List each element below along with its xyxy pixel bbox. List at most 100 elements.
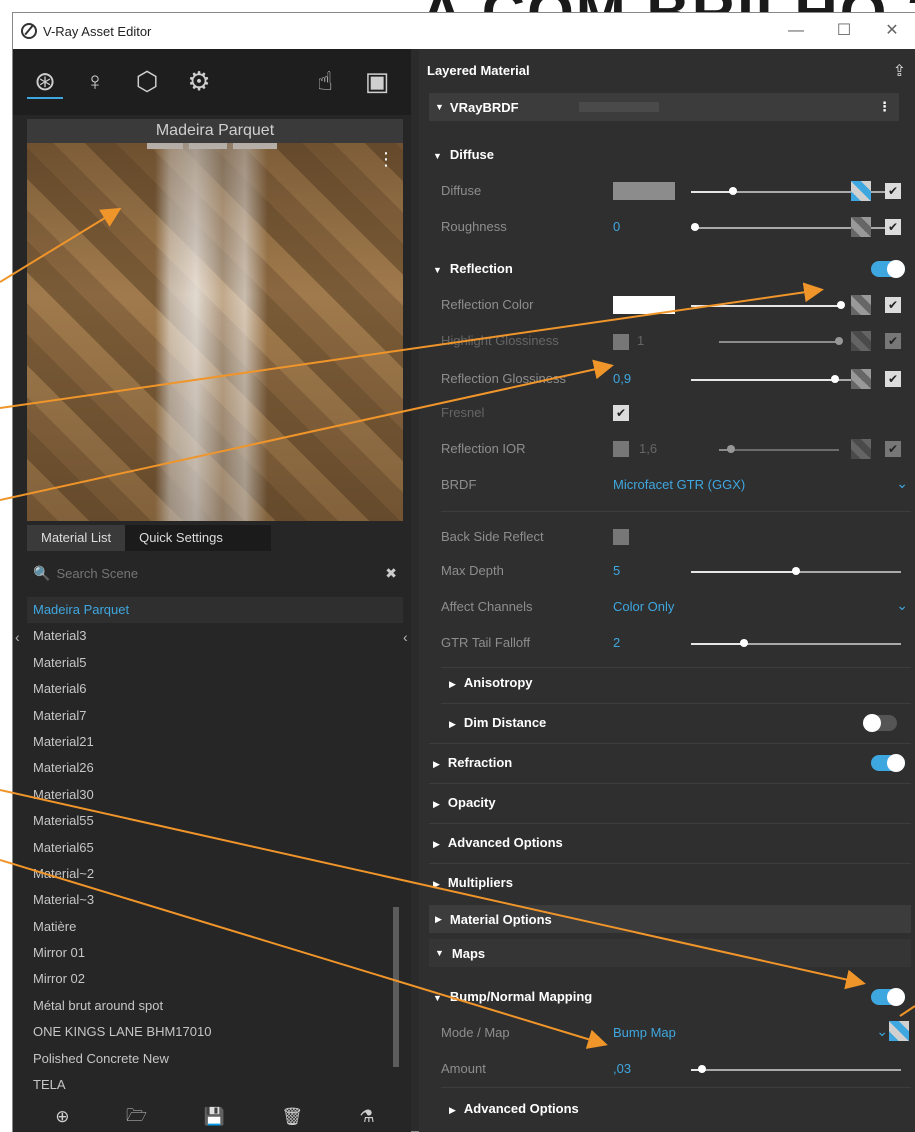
list-item[interactable]: Material~3	[27, 887, 403, 913]
roughness-value[interactable]: 0	[613, 219, 620, 234]
slider-knob[interactable]	[837, 301, 845, 309]
slider-knob[interactable]	[792, 567, 800, 575]
list-item[interactable]: Material21	[27, 729, 403, 755]
save-icon[interactable]: 💾	[204, 1107, 225, 1127]
list-item[interactable]: Métal brut around spot	[27, 993, 403, 1019]
ior-lock-checkbox[interactable]	[613, 441, 629, 457]
back-side-reflect-checkbox[interactable]	[613, 529, 629, 545]
layer-menu-icon[interactable]: ⋮	[878, 99, 891, 115]
list-scrollbar[interactable]	[393, 907, 399, 1067]
brdf-select[interactable]: Microfacet GTR (GGX)	[613, 477, 745, 492]
list-item[interactable]: Material65	[27, 835, 403, 861]
reflection-glossiness-map-icon[interactable]	[851, 369, 871, 389]
brdf-layer-header[interactable]: ▼ VRayBRDF ⋮	[429, 93, 899, 121]
dim-distance-section[interactable]: ▶ Dim Distance	[449, 715, 546, 730]
gtr-tail-falloff-slider[interactable]	[691, 639, 901, 647]
gtr-tail-falloff-value[interactable]: 2	[613, 635, 620, 650]
slider-knob[interactable]	[739, 639, 748, 647]
amount-slider[interactable]	[691, 1065, 901, 1073]
reflection-color-swatch[interactable]	[613, 296, 675, 314]
delete-icon[interactable]: 🗑	[281, 1107, 303, 1127]
slider-knob[interactable]	[831, 375, 839, 383]
list-item[interactable]: Polished Concrete New	[27, 1046, 403, 1072]
amount-value[interactable]: ,03	[613, 1061, 631, 1076]
max-depth-value[interactable]: 5	[613, 563, 620, 578]
reflection-checkbox[interactable]: ✔	[885, 297, 901, 313]
affect-channels-select[interactable]: Color Only	[613, 599, 674, 614]
maps-header[interactable]: ▼ Maps	[429, 939, 911, 967]
opacity-section[interactable]: ▶ Opacity	[433, 795, 496, 810]
highlight-map-icon[interactable]	[851, 331, 871, 351]
list-item[interactable]: TELA	[27, 1072, 403, 1098]
ior-checkbox[interactable]: ✔	[885, 441, 901, 457]
anisotropy-section[interactable]: ▶ Anisotropy	[449, 675, 533, 690]
collapse-panel-icon[interactable]: ‹	[403, 629, 408, 645]
reflection-glossiness-value[interactable]: 0,9	[613, 371, 631, 386]
diffuse-section[interactable]: ▼ Diffuse	[433, 147, 494, 162]
reflection-map-icon[interactable]	[851, 295, 871, 315]
collapse-left-icon[interactable]: ‹	[15, 629, 20, 645]
slider-knob[interactable]	[727, 445, 735, 453]
fresnel-checkbox[interactable]: ✔	[613, 405, 629, 421]
list-item[interactable]: Madeira Parquet	[27, 597, 403, 624]
diffuse-color-swatch[interactable]	[613, 182, 675, 200]
tab-material-list[interactable]: Material List	[27, 525, 126, 551]
reflection-glossiness-slider[interactable]	[691, 375, 851, 383]
multipliers-section[interactable]: ▶ Multipliers	[433, 875, 513, 890]
slider-knob[interactable]	[729, 187, 737, 195]
highlight-lock-checkbox[interactable]	[613, 334, 629, 350]
refraction-section[interactable]: ▶ Refraction	[433, 755, 512, 770]
list-item[interactable]: Material26	[27, 755, 403, 781]
list-item[interactable]: Material3	[27, 623, 403, 649]
list-item[interactable]: Material~2	[27, 861, 403, 887]
materials-tab-icon[interactable]: ⊛	[27, 63, 63, 99]
list-item[interactable]: Material55	[27, 808, 403, 834]
dim-distance-toggle[interactable]	[863, 714, 897, 732]
diffuse-enable-checkbox[interactable]: ✔	[885, 183, 901, 199]
slider-knob[interactable]	[835, 337, 843, 345]
chevron-down-icon[interactable]: ⌄	[896, 475, 908, 492]
highlight-checkbox[interactable]: ✔	[885, 333, 901, 349]
list-item[interactable]: Mirror 01	[27, 940, 403, 966]
bump-map-icon[interactable]	[889, 1021, 909, 1041]
diffuse-map-icon[interactable]	[851, 181, 871, 201]
close-button[interactable]: ✕	[869, 13, 915, 49]
highlight-glossiness-value[interactable]: 1	[637, 333, 644, 348]
chevron-down-icon[interactable]: ⌄	[896, 597, 908, 614]
lights-tab-icon[interactable]: ♀	[77, 63, 113, 99]
material-options-header[interactable]: ▶ Material Options	[429, 905, 911, 933]
reflection-toggle[interactable]	[871, 260, 905, 278]
advanced-options-section[interactable]: ▶ Advanced Options	[433, 835, 563, 850]
minimize-button[interactable]: —	[773, 13, 819, 49]
maximize-button[interactable]: ☐	[821, 13, 867, 49]
list-item[interactable]: ONE KINGS LANE BHM17010	[27, 1019, 403, 1045]
interactive-render-icon[interactable]: ☝	[307, 63, 343, 99]
export-icon[interactable]: ⇪	[893, 61, 906, 81]
refraction-toggle[interactable]	[871, 754, 905, 772]
list-item[interactable]: Matière	[27, 914, 403, 940]
bump-mapping-toggle[interactable]	[871, 988, 905, 1006]
slider-knob[interactable]	[691, 223, 699, 231]
chevron-down-icon[interactable]: ⌄	[876, 1023, 888, 1040]
geometry-tab-icon[interactable]: ⬡	[129, 63, 165, 99]
slider-knob[interactable]	[697, 1065, 706, 1073]
bump-normal-mapping-section[interactable]: ▼ Bump/Normal Mapping	[433, 989, 592, 1004]
purge-icon[interactable]: ⚗	[359, 1107, 374, 1127]
list-item[interactable]: Material30	[27, 782, 403, 808]
roughness-checkbox[interactable]: ✔	[885, 219, 901, 235]
highlight-glossiness-slider[interactable]	[719, 337, 843, 345]
preview-menu-icon[interactable]: ⋮	[377, 149, 395, 170]
settings-tab-icon[interactable]: ⚙	[181, 63, 217, 99]
layer-name-field[interactable]	[578, 102, 659, 112]
list-item[interactable]: Material6	[27, 676, 403, 702]
add-material-icon[interactable]: ⊕	[55, 1107, 69, 1127]
list-item[interactable]: Mirror 02	[27, 966, 403, 992]
roughness-map-icon[interactable]	[851, 217, 871, 237]
reflection-color-slider[interactable]	[691, 301, 845, 309]
reflection-section[interactable]: ▼ Reflection	[433, 261, 513, 276]
reflection-glossiness-checkbox[interactable]: ✔	[885, 371, 901, 387]
advanced-options-2-section[interactable]: ▶ Advanced Options	[449, 1101, 579, 1116]
list-item[interactable]: Material5	[27, 650, 403, 676]
max-depth-slider[interactable]	[691, 567, 901, 575]
frame-buffer-icon[interactable]: ▣	[359, 63, 395, 99]
